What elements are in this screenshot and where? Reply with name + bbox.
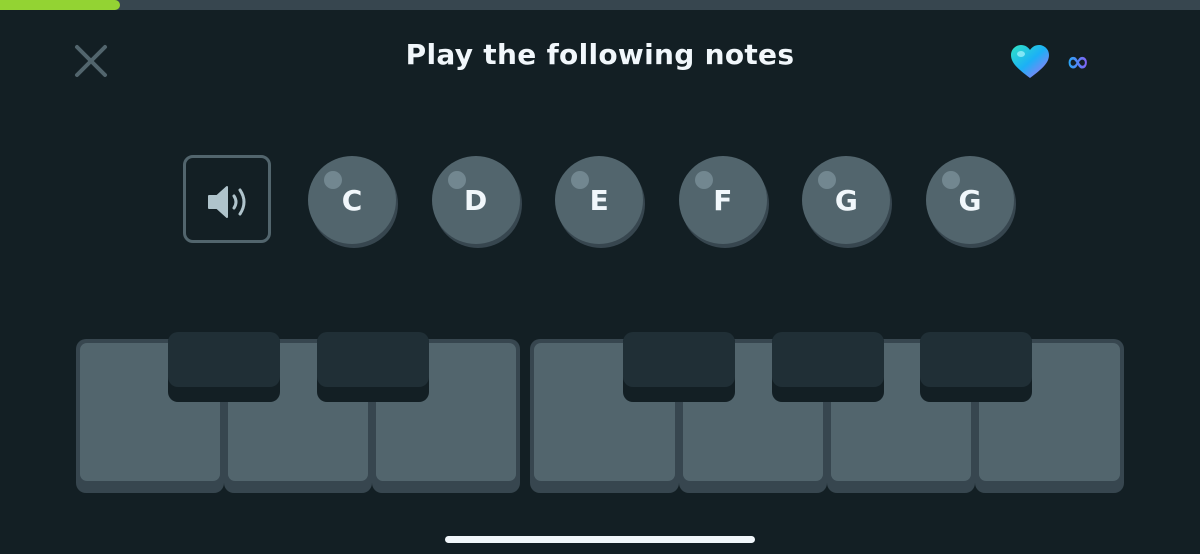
note-label: C	[341, 184, 363, 217]
black-key[interactable]	[168, 332, 280, 402]
note-ball: G	[926, 156, 1018, 248]
black-key-face	[920, 332, 1032, 387]
lesson-screen: Play the following notes ∞ CDEFGG	[0, 0, 1200, 554]
note-label: F	[713, 184, 733, 217]
note-ball: D	[431, 156, 524, 248]
hearts-counter[interactable]: ∞	[1010, 44, 1090, 80]
note-label: E	[589, 184, 609, 217]
speaker-icon	[208, 186, 246, 218]
home-indicator[interactable]	[445, 536, 755, 543]
note-ball: G	[802, 156, 894, 248]
black-key-face	[168, 332, 280, 387]
black-key[interactable]	[623, 332, 735, 402]
note-label: G	[834, 184, 858, 217]
lesson-progress-fill	[0, 0, 120, 10]
black-key-face	[772, 332, 884, 387]
note-label: D	[463, 184, 488, 217]
black-key[interactable]	[772, 332, 884, 402]
note-label: G	[958, 184, 982, 217]
hearts-value: ∞	[1066, 45, 1090, 78]
note-ball: E	[555, 156, 647, 248]
black-key-face	[317, 332, 429, 387]
note-ball: C	[308, 156, 400, 248]
black-key[interactable]	[920, 332, 1032, 402]
play-audio-button[interactable]	[183, 155, 271, 243]
heart-icon	[1011, 45, 1049, 78]
black-key-face	[623, 332, 735, 387]
black-key[interactable]	[317, 332, 429, 402]
note-ball: F	[678, 156, 771, 248]
lesson-progress-bar	[0, 0, 1200, 10]
